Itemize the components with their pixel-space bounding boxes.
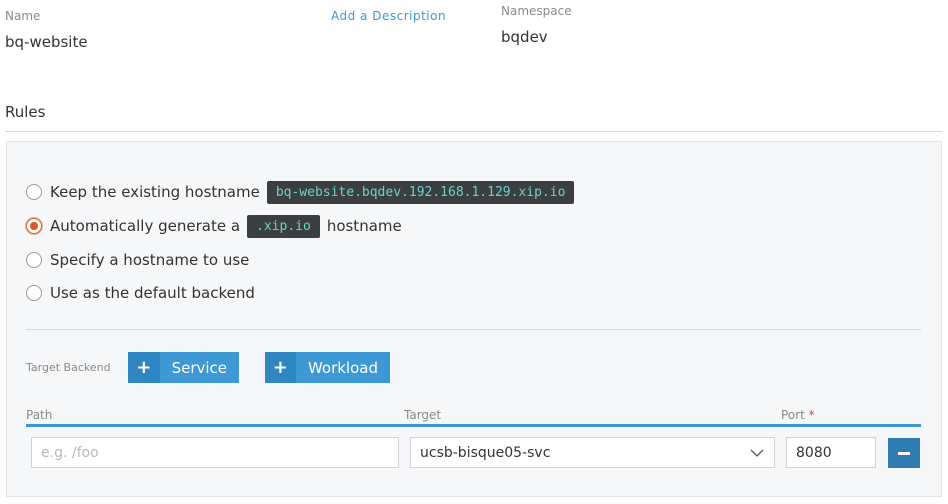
add-service-button[interactable]: + Service [128,352,239,383]
xip-code: .xip.io [247,214,320,238]
add-workload-button[interactable]: + Workload [265,352,390,383]
required-mark: * [808,408,815,422]
radio-label: Keep the existing hostname [50,183,260,201]
panel-divider [26,329,921,330]
port-value: 8080 [796,444,832,461]
plus-icon: + [265,352,296,383]
target-select-value: ucsb-bisque05-svc [420,444,551,461]
radio-label: Specify a hostname to use [50,251,250,269]
radio-option-specify-hostname[interactable]: Specify a hostname to use [26,248,249,272]
workload-button-label: Workload [307,358,378,377]
target-select[interactable]: ucsb-bisque05-svc [410,437,775,468]
namespace-label: Namespace [501,4,572,18]
radio-button[interactable] [26,285,42,301]
add-description-link[interactable]: Add a Description [331,9,446,23]
minus-icon [898,451,910,455]
rules-title: Rules [5,103,46,121]
remove-rule-button[interactable] [888,438,920,468]
target-backend-label: Target Backend [26,361,111,374]
namespace-value: bqdev [501,28,548,46]
rules-divider [5,131,942,132]
radio-label: Use as the default backend [50,284,255,302]
target-column-header: Target [404,408,442,422]
name-value: bq-website [5,33,88,51]
radio-button[interactable] [26,252,42,268]
radio-label: Automatically generate a [50,217,241,235]
service-button-label: Service [171,358,227,377]
path-column-header: Path [26,408,53,422]
table-header-line [26,424,921,427]
path-placeholder: e.g. /foo [41,444,99,461]
radio-button[interactable] [26,184,42,200]
radio-label-suffix: hostname [326,217,402,235]
plus-icon: + [128,352,160,383]
port-column-header: Port * [781,408,815,422]
name-label: Name [5,9,41,23]
radio-option-auto-generate[interactable]: Automatically generate a .xip.io hostnam… [26,214,402,238]
radio-option-keep-existing[interactable]: Keep the existing hostname bq-website.bq… [26,180,581,204]
radio-button-checked[interactable] [26,218,42,234]
port-input[interactable]: 8080 [786,437,876,468]
hostname-code: bq-website.bqdev.192.168.1.129.xip.io [266,180,575,204]
chevron-down-icon [750,449,764,457]
radio-option-default-backend[interactable]: Use as the default backend [26,281,255,305]
path-input[interactable]: e.g. /foo [31,437,399,468]
port-label: Port [781,408,805,422]
